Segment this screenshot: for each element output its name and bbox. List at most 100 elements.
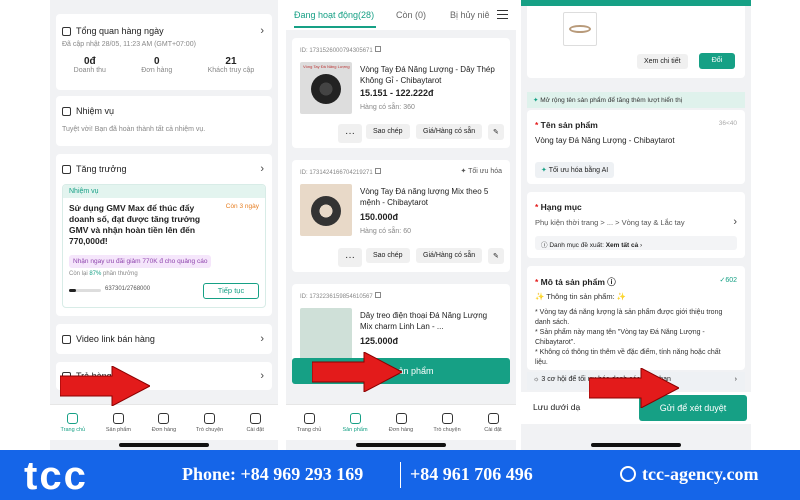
overview-title: Tổng quan hàng ngày [76, 26, 164, 36]
product-price: 15.151 - 122.222đ [360, 88, 434, 98]
stat-value: 21 [225, 56, 237, 67]
product-price: 150.000đ [360, 212, 399, 222]
active-tab-underline [294, 26, 376, 28]
mission-box[interactable]: Nhiệm vụ Còn 3 ngày Sử dụng GMV Max để t… [62, 184, 266, 308]
product-id: ID: 1731526000794305671 [300, 46, 381, 54]
chevron-right-icon[interactable]: › [260, 370, 264, 382]
mission-headline: Sử dụng GMV Max để thúc đẩy doanh số, đạ… [69, 203, 201, 246]
growth-card: Tăng trưởng › Nhiệm vụ Còn 3 ngày Sử dụn… [56, 154, 272, 316]
progress-bar [69, 289, 101, 292]
change-button[interactable]: Đổi [699, 53, 735, 69]
copy-button[interactable]: Sao chép [366, 124, 410, 139]
view-detail-button[interactable]: Xem chi tiết [637, 54, 688, 69]
price-stock-button[interactable]: Giá/Hàng có sẵn [416, 124, 483, 139]
tab-home[interactable]: Trang chủ [289, 412, 329, 433]
suggested-category[interactable]: ⓘ Danh mục đề xuất: Xem tất cả › [535, 236, 737, 250]
chevron-right-icon[interactable]: › [260, 25, 264, 37]
more-options-button[interactable]: ··· [338, 248, 362, 267]
video-icon [62, 334, 71, 344]
product-card[interactable]: ID: 1731526000794305671 Vòng Tay Đá Năng… [292, 38, 510, 148]
description-line: * Không có thông tin thêm về đặc điểm, t… [535, 349, 721, 366]
tab-settings[interactable]: Cài đặt [473, 412, 513, 433]
optimize-link[interactable]: ✦ Tối ưu hóa [460, 167, 502, 175]
gear-icon [249, 412, 261, 424]
product-thumbnail [300, 184, 352, 236]
stat-orders: 0 Đơn hàng [141, 56, 172, 74]
name-char-count: 36<40 [718, 120, 737, 127]
continue-button[interactable]: Tiếp tục [203, 283, 259, 299]
chevron-right-icon[interactable]: › [260, 333, 264, 345]
sparkle-icon: ✦ [460, 168, 469, 175]
tasks-card[interactable]: Nhiệm vụ Tuyệt vời! Bạn đã hoàn thành tấ… [56, 96, 272, 146]
video-card[interactable]: Video link bán hàng › [56, 324, 272, 354]
phone-left: Tổng quan hàng ngày › Đã cập nhật 28/05,… [50, 0, 278, 450]
category-label: * Hạng mục [535, 202, 582, 212]
home-icon [67, 412, 79, 424]
more-options-button[interactable]: ··· [338, 124, 362, 143]
stat-visitors: 21 Khách truy cập [208, 56, 255, 74]
growth-icon [62, 164, 71, 174]
growth-title: Tăng trưởng [76, 164, 127, 174]
home-indicator [591, 443, 681, 447]
ai-optimize-button[interactable]: ✦ Tối ưu hóa bằng AI [535, 162, 615, 178]
stat-label: Doanh thu [73, 67, 106, 74]
footer-phone: Phone: +84 969 293 169 [182, 464, 364, 484]
description-line: * Sản phẩm này mang tên "Vòng tay Đá Năn… [535, 329, 705, 346]
product-stock: Hàng có sẵn: 360 [360, 104, 415, 111]
bottom-tabbar: Trang chủ Sản phẩm Đơn hàng Trò chuyện C… [286, 404, 516, 440]
tab-chat[interactable]: Trò chuyện [190, 412, 230, 433]
tab-orders[interactable]: Đơn hàng [381, 412, 421, 433]
bag-icon [349, 412, 361, 424]
red-arrow-annotation [60, 366, 150, 406]
save-draft-button[interactable]: Lưu dưới dạ [533, 402, 580, 412]
home-indicator [356, 443, 446, 447]
product-id: ID: 1731424166704219271 [300, 168, 381, 176]
edit-button[interactable]: ✎ [488, 124, 504, 140]
description-heading: ✨ Thông tin sản phẩm: ✨ [535, 292, 627, 301]
bottom-tabbar: Trang chủ Sản phẩm Đơn hàng Trò chuyện C… [50, 404, 278, 440]
description-score: ✓602 [719, 277, 737, 284]
tab-chat[interactable]: Trò chuyện [427, 412, 467, 433]
copy-icon [374, 292, 381, 298]
tab-rejected[interactable]: Bị hủy niê [450, 10, 490, 20]
product-stock: Hàng có sẵn: 60 [360, 228, 411, 235]
overview-updated: Đã cập nhật 28/05, 11:23 AM (GMT+07:00) [62, 41, 196, 48]
gear-icon [487, 412, 499, 424]
chevron-right-icon[interactable]: › [733, 216, 737, 228]
tab-active-products[interactable]: Đang hoạt động(28) [294, 10, 374, 20]
footer-divider [400, 462, 401, 488]
product-card[interactable]: ID: 1731424166704219271 ✦ Tối ưu hóa Vòn… [292, 160, 510, 272]
footer-website[interactable]: tcc-agency.com [620, 464, 758, 485]
brand-footer: tcc Phone: +84 969 293 169 +84 961 706 4… [0, 450, 800, 500]
overview-card[interactable]: Tổng quan hàng ngày › Đã cập nhật 28/05,… [56, 14, 272, 90]
tab-products[interactable]: Sản phẩm [335, 412, 375, 433]
footer-phone-2: +84 961 706 496 [410, 464, 533, 484]
price-stock-button[interactable]: Giá/Hàng có sẵn [416, 248, 483, 263]
red-arrow-annotation [312, 352, 402, 392]
tasks-title: Nhiệm vụ [76, 106, 115, 116]
product-id: ID: 1732236159854610567 [300, 292, 381, 300]
name-card: * Tên sản phẩm 36<40 Vòng tay Đá Năng Lư… [527, 110, 745, 184]
description-body[interactable]: * Vòng tay đá năng lượng là sản phẩm đượ… [535, 308, 735, 368]
edit-button[interactable]: ✎ [488, 248, 504, 264]
copy-icon [374, 46, 381, 52]
tab-settings[interactable]: Cài đặt [235, 412, 275, 433]
orders-icon [158, 412, 170, 424]
chevron-right-icon[interactable]: › [260, 163, 264, 175]
copy-button[interactable]: Sao chép [366, 248, 410, 263]
tab-home[interactable]: Trang chủ [53, 412, 93, 433]
menu-icon[interactable] [497, 10, 508, 19]
name-label: * Tên sản phẩm [535, 120, 598, 130]
tab-orders[interactable]: Đơn hàng [144, 412, 184, 433]
category-card[interactable]: * Hạng mục Phụ kiện thời trang > ... > V… [527, 192, 745, 258]
name-input[interactable]: Vòng tay Đá Năng Lượng - Chibaytarot [535, 136, 675, 145]
tab-products[interactable]: Sản phẩm [98, 412, 138, 433]
product-price: 125.000đ [360, 336, 399, 346]
chat-icon [441, 412, 453, 424]
help-icon: ⓘ [604, 277, 616, 287]
product-image [563, 12, 597, 46]
video-title: Video link bán hàng [76, 334, 155, 344]
description-card[interactable]: * Mô tả sản phẩm ⓘ ✓602 ✨ Thông tin sản … [527, 266, 745, 370]
progress-fill [69, 289, 77, 292]
tab-out-of-stock[interactable]: Còn (0) [396, 10, 426, 20]
